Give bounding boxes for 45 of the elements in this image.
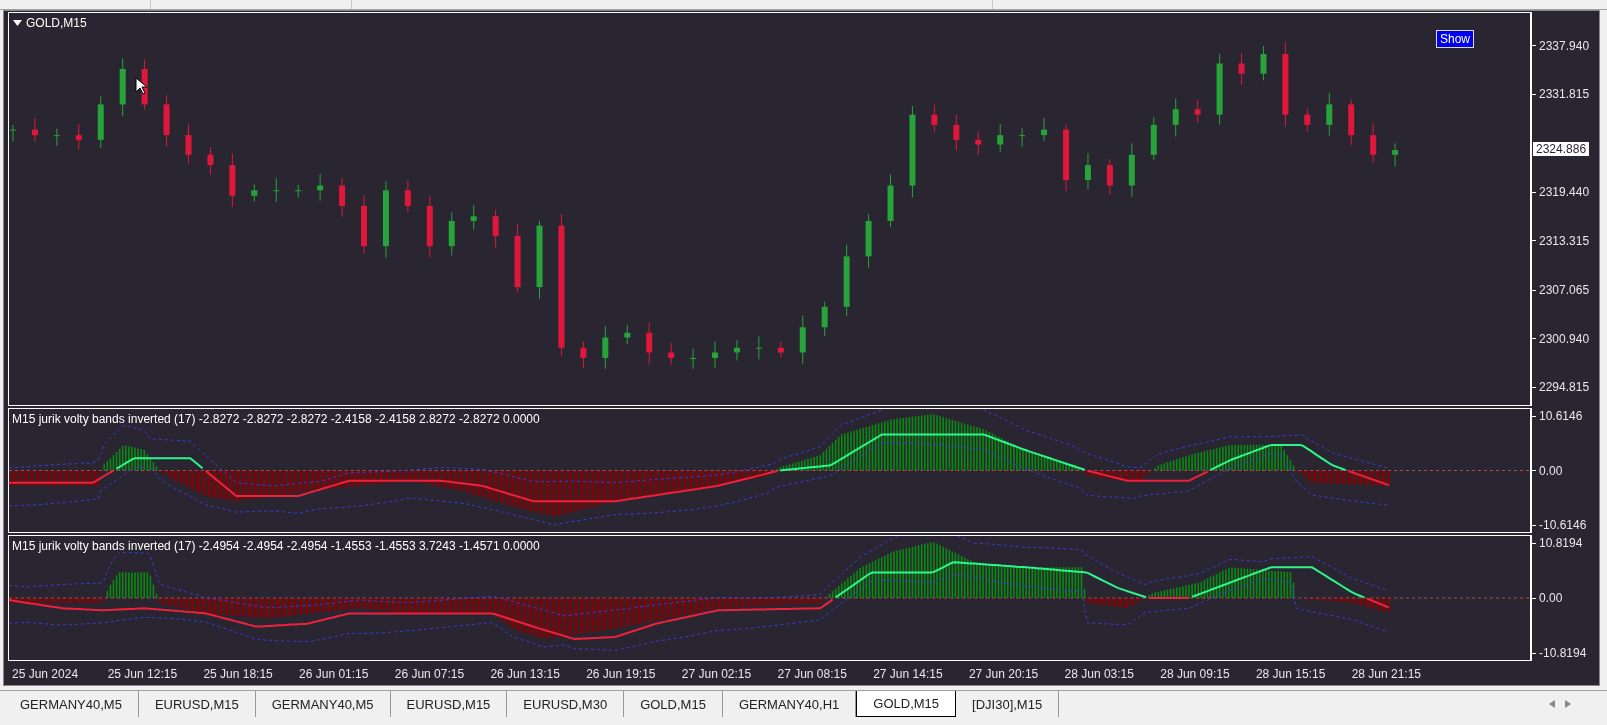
chart-tab[interactable]: GOLD,M15	[624, 691, 723, 717]
price-axis-label: 2319.440	[1535, 185, 1590, 200]
time-axis-label: 28 Jun 09:15	[1160, 666, 1231, 681]
chart-tab[interactable]: GERMANY40,M5	[4, 691, 139, 717]
price-axis-label: 2337.940	[1535, 38, 1590, 53]
dropdown-triangle-icon[interactable]	[13, 20, 22, 26]
indicator-axis-label: -10.6146	[1535, 518, 1587, 532]
current-price-tag: 2324.886	[1533, 142, 1590, 157]
time-axis-label: 27 Jun 08:15	[777, 666, 848, 681]
indicator-axis-label: 10.6146	[1535, 409, 1583, 423]
chart-tab[interactable]: GERMANY40,M5	[255, 691, 391, 717]
time-axis-label: 27 Jun 14:15	[873, 666, 944, 681]
time-axis-label: 27 Jun 20:15	[968, 666, 1040, 681]
price-axis-label: 2300.940	[1535, 331, 1590, 346]
price-axis-label: 2307.065	[1535, 283, 1590, 298]
time-axis-label: 25 Jun 12:15	[107, 666, 179, 681]
time-axis-label: 26 Jun 19:15	[586, 666, 657, 681]
indicator-axis-label: 0.00	[1535, 463, 1563, 478]
time-axis-label: 26 Jun 01:15	[299, 666, 370, 681]
chart-symbol: GOLD,M15	[26, 16, 87, 30]
indicator-label: M15 jurik volty bands inverted (17) -2.8272 -2.8272 -2.8272 -2.4158 -2.4158 2.8272 -2.8272 0.0000	[12, 412, 540, 426]
price-axis-label: 2313.315	[1535, 233, 1590, 248]
time-axis-label: 26 Jun 13:15	[490, 666, 561, 681]
scroll-left-icon[interactable]	[1549, 700, 1555, 708]
time-axis-label: 28 Jun 15:15	[1255, 666, 1327, 681]
mouse-pointer-icon	[135, 77, 147, 95]
price-axis-label: 2294.815	[1535, 380, 1590, 395]
time-axis-label: 25 Jun 18:15	[203, 666, 274, 681]
time-axis-label: 27 Jun 02:15	[681, 666, 753, 681]
show-button[interactable]: Show	[1435, 30, 1474, 48]
chart-tab[interactable]: EURUSD,M30	[507, 691, 625, 717]
time-axis-label: 28 Jun 03:15	[1064, 666, 1135, 681]
chart-tab[interactable]: GOLD,M15	[856, 691, 957, 717]
chart-tab[interactable]: EURUSD,M15	[390, 691, 508, 717]
price-axis-label: 2331.815	[1535, 87, 1590, 102]
chart-tab[interactable]: EURUSD,M15	[138, 691, 256, 717]
indicator-label: M15 jurik volty bands inverted (17) -2.4954 -2.4954 -2.4954 -1.4553 -1.4553 3.7243 -1.4571 0.0000	[12, 539, 540, 553]
scroll-right-icon[interactable]	[1565, 700, 1571, 708]
time-axis-label: 28 Jun 21:15	[1351, 666, 1423, 681]
time-axis-label: 25 Jun 2024	[12, 666, 80, 681]
indicator-axis-label: 10.8194	[1535, 536, 1583, 550]
chart-tab[interactable]: [DJI30],M15	[956, 691, 1060, 717]
indicator-axis-label: 0.00	[1535, 591, 1563, 605]
time-axis-label: 26 Jun 07:15	[394, 666, 466, 681]
indicator-axis-label: -10.8194	[1535, 646, 1587, 660]
